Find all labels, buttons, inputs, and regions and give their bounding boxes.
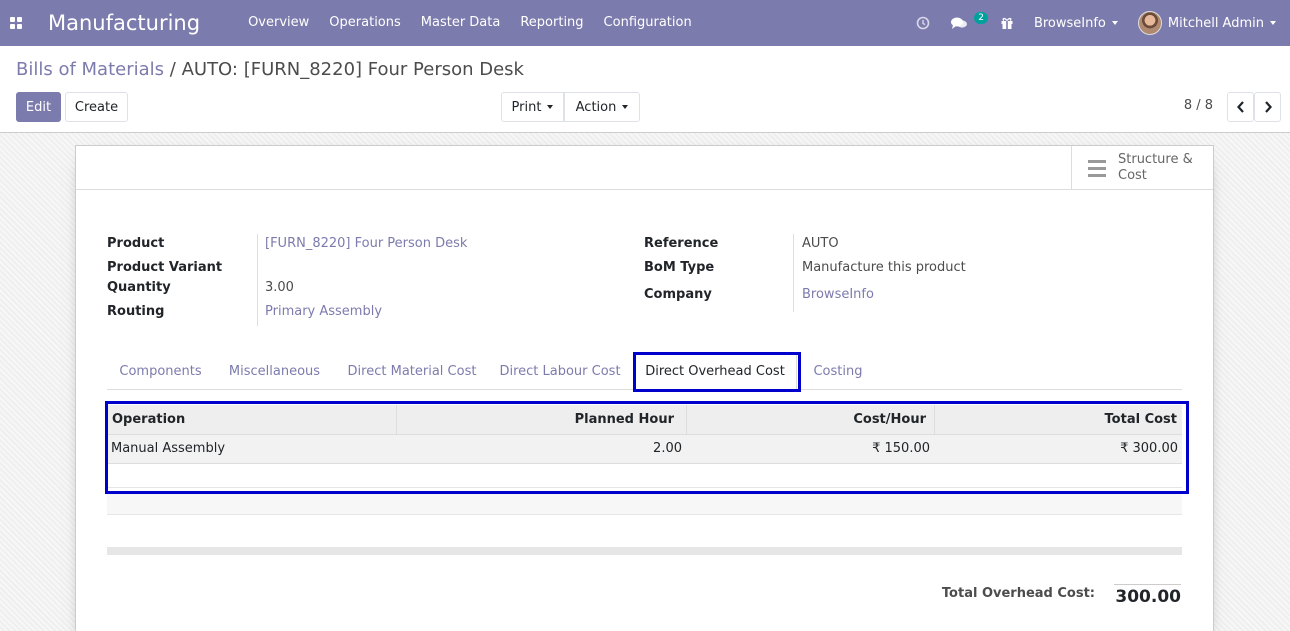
reference-label: Reference — [644, 236, 719, 251]
menu-operations[interactable]: Operations — [319, 0, 410, 46]
routing-label: Routing — [107, 304, 165, 319]
table-highlight-box — [105, 401, 1189, 494]
clock-icon[interactable] — [906, 0, 940, 46]
chevron-down-icon — [1111, 21, 1118, 25]
menu-overview[interactable]: Overview — [238, 0, 319, 46]
breadcrumb-current: AUTO: [FURN_8220] Four Person Desk — [181, 59, 524, 80]
pager-value[interactable]: 8 / 8 — [1184, 98, 1213, 113]
product-value[interactable]: [FURN_8220] Four Person Desk — [265, 236, 467, 251]
company-name: BrowseInfo — [1033, 15, 1106, 31]
action-label: Action — [575, 99, 617, 115]
action-dropdown[interactable]: Action — [564, 92, 640, 122]
main-menu: Overview Operations Master Data Reportin… — [238, 0, 702, 46]
total-overhead-cost-label: Total Overhead Cost: — [941, 586, 1095, 601]
tab-miscellaneous[interactable]: Miscellaneous — [216, 352, 333, 390]
tab-components[interactable]: Components — [107, 352, 214, 390]
tab-direct-material-cost[interactable]: Direct Material Cost — [335, 352, 489, 390]
gift-icon[interactable] — [990, 0, 1024, 46]
reference-value[interactable]: AUTO — [802, 236, 839, 251]
menu-master-data[interactable]: Master Data — [411, 0, 511, 46]
empty-row — [107, 491, 1182, 515]
structure-cost-button[interactable]: Structure & Cost — [1071, 146, 1213, 190]
create-button[interactable]: Create — [65, 92, 128, 122]
apps-grid-icon[interactable] — [0, 0, 32, 46]
product-label: Product — [107, 236, 165, 251]
print-label: Print — [511, 99, 542, 115]
breadcrumb-separator: / — [169, 59, 176, 80]
chevron-down-icon — [547, 105, 554, 109]
product-variant-label: Product Variant — [107, 260, 223, 275]
routing-value[interactable]: Primary Assembly — [265, 304, 382, 319]
company-switcher[interactable]: BrowseInfo — [1024, 0, 1128, 46]
edit-button[interactable]: Edit — [16, 92, 61, 122]
app-name[interactable]: Manufacturing — [48, 11, 200, 35]
pager-next-button[interactable] — [1254, 92, 1281, 122]
avatar — [1137, 11, 1162, 35]
pager-previous-button[interactable] — [1227, 92, 1254, 122]
chevron-down-icon — [1270, 21, 1276, 25]
top-navbar: Manufacturing Overview Operations Master… — [0, 0, 1290, 46]
tab-costing[interactable]: Costing — [801, 352, 875, 390]
company-value[interactable]: BrowseInfo — [802, 287, 874, 302]
field-divider — [793, 234, 794, 312]
breadcrumb-parent[interactable]: Bills of Materials — [16, 59, 164, 80]
control-panel: Bills of Materials / AUTO: [FURN_8220] F… — [0, 46, 1290, 133]
total-overhead-cost-value: 300.00 — [1114, 584, 1181, 607]
chevron-right-icon — [1264, 101, 1272, 113]
tab-highlight-box — [633, 352, 801, 392]
user-menu[interactable]: Mitchell Admin — [1128, 0, 1290, 46]
user-name: Mitchell Admin — [1167, 15, 1264, 31]
menu-reporting[interactable]: Reporting — [510, 0, 593, 46]
table-footer — [107, 547, 1182, 555]
quantity-label: Quantity — [107, 280, 171, 295]
bars-icon — [1088, 159, 1106, 177]
company-label: Company — [644, 287, 712, 302]
bom-type-label: BoM Type — [644, 260, 715, 275]
chat-badge: 2 — [974, 12, 988, 24]
bom-type-value[interactable]: Manufacture this product — [802, 260, 966, 275]
breadcrumb: Bills of Materials / AUTO: [FURN_8220] F… — [16, 59, 524, 80]
print-dropdown[interactable]: Print — [501, 92, 564, 122]
menu-configuration[interactable]: Configuration — [594, 0, 702, 46]
button-box: Structure & Cost — [76, 146, 1213, 190]
field-divider — [257, 234, 258, 326]
chevron-left-icon — [1236, 101, 1244, 113]
tab-direct-labour-cost[interactable]: Direct Labour Cost — [491, 352, 629, 390]
structure-cost-label: Structure & Cost — [1118, 152, 1193, 183]
chevron-down-icon — [622, 105, 629, 109]
quantity-value[interactable]: 3.00 — [265, 280, 294, 295]
form-sheet: Structure & Cost Product [FURN_8220] Fou… — [75, 145, 1214, 631]
chat-icon[interactable]: 2 — [940, 0, 990, 46]
